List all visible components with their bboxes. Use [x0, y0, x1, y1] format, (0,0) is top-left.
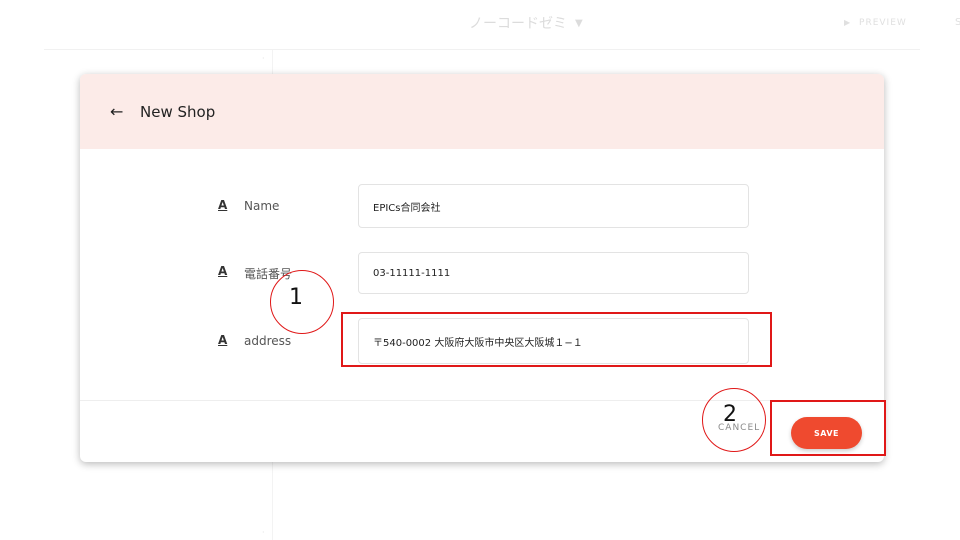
- chevron-down-icon: ▼: [575, 17, 583, 29]
- phone-input[interactable]: [358, 252, 749, 294]
- new-shop-dialog: ← New Shop A Name A 電話番号 A address CANCE…: [80, 74, 884, 462]
- text-type-icon: A: [218, 198, 228, 212]
- side-panel-marker-top: ·: [262, 54, 265, 63]
- side-panel-marker-bottom: ·: [262, 528, 265, 537]
- name-input[interactable]: [358, 184, 749, 228]
- annotation-box-address: [341, 312, 772, 367]
- preview-button[interactable]: ▶ PREVIEW: [844, 18, 907, 28]
- app-title-label: ノーコードゼミ: [469, 16, 567, 32]
- text-type-icon: A: [218, 264, 228, 278]
- app-topbar: ノーコードゼミ ▼ ▶ PREVIEW S: [44, 0, 960, 50]
- annotation-box-save: [770, 400, 886, 456]
- header-extra-button[interactable]: S: [955, 17, 960, 28]
- annotation-number-2: 2: [723, 402, 737, 427]
- field-label-address: address: [244, 334, 292, 348]
- back-arrow-icon[interactable]: ←: [110, 102, 130, 121]
- form-row-name: A Name: [80, 184, 884, 230]
- app-title[interactable]: ノーコードゼミ ▼: [469, 13, 583, 33]
- preview-label: PREVIEW: [859, 18, 907, 28]
- field-label-name: Name: [244, 199, 280, 213]
- text-type-icon: A: [218, 333, 228, 347]
- form-row-phone: A 電話番号: [80, 252, 884, 298]
- dialog-header: ← New Shop: [80, 74, 884, 149]
- play-icon: ▶: [844, 18, 852, 27]
- annotation-number-1: 1: [289, 285, 303, 310]
- dialog-title: New Shop: [140, 102, 216, 121]
